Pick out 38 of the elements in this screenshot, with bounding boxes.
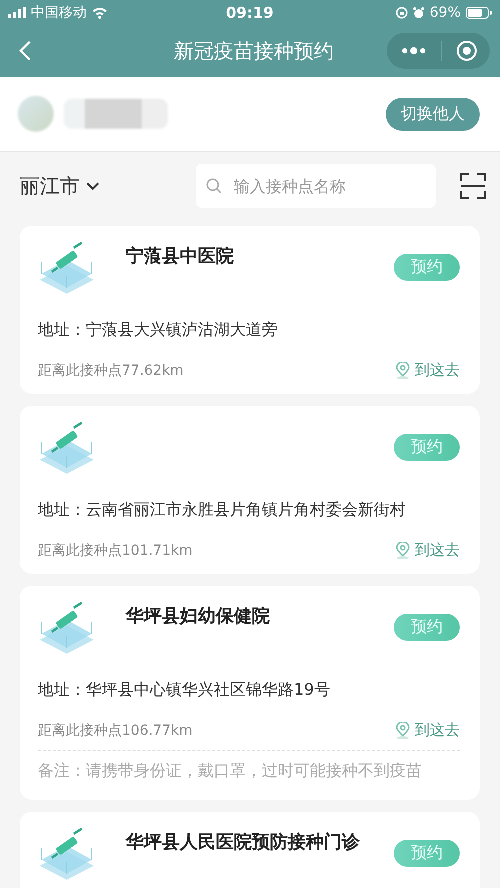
city-selector[interactable]: 丽江市 (20, 172, 100, 200)
reserve-button[interactable]: 预约 (394, 434, 460, 461)
search-field[interactable]: 输入接种点名称 (196, 164, 436, 208)
signal-icon (8, 7, 26, 18)
site-distance: 距离此接种点101.71km (38, 542, 193, 560)
site-address: 地址：云南省丽江市永胜县片角镇片角村委会新街村 (38, 500, 407, 521)
status-time: 09:19 (226, 4, 274, 22)
site-name: 华坪县妇幼保健院 (126, 605, 271, 628)
site-note: 备注：请携带身份证，戴口罩，过时可能接种不到疫苗 (38, 750, 460, 786)
reserve-button[interactable]: 预约 (394, 254, 460, 281)
search-icon (206, 178, 222, 194)
reserve-button[interactable]: 预约 (394, 840, 460, 867)
battery-percent: 69% (430, 4, 461, 20)
location-pin-icon (395, 362, 411, 380)
blurred-avatar (18, 96, 54, 132)
site-distance: 距离此接种点106.77km (38, 722, 193, 740)
chevron-down-icon (86, 182, 100, 190)
scan-icon[interactable] (460, 173, 486, 199)
navigate-link[interactable]: 到这去 (395, 541, 460, 560)
capsule-menu[interactable] (387, 33, 490, 69)
location-pin-icon (395, 722, 411, 740)
site-address: 地址：华坪县中心镇华兴社区锦华路19号 (38, 680, 332, 701)
battery-icon (466, 6, 492, 18)
site-address: 地址：宁蒗县大兴镇泸沽湖大道旁 (38, 320, 279, 341)
carrier-name: 中国移动 (31, 4, 87, 22)
navigate-link[interactable]: 到这去 (395, 721, 460, 740)
page-title: 新冠疫苗接种预约 (174, 38, 334, 64)
more-icon[interactable] (401, 47, 427, 55)
navigate-link[interactable]: 到这去 (395, 361, 460, 380)
back-icon[interactable] (18, 40, 32, 62)
site-distance: 距离此接种点77.62km (38, 362, 184, 380)
wifi-icon (92, 6, 108, 18)
alarm-icon (412, 6, 425, 18)
site-name: 华坪县人民医院预防接种门诊 (126, 830, 361, 854)
reserve-button[interactable]: 预约 (394, 614, 460, 641)
location-pin-icon (395, 542, 411, 560)
site-name: 宁蒗县中医院 (126, 245, 235, 268)
switch-person-button[interactable]: 切换他人 (386, 98, 480, 130)
